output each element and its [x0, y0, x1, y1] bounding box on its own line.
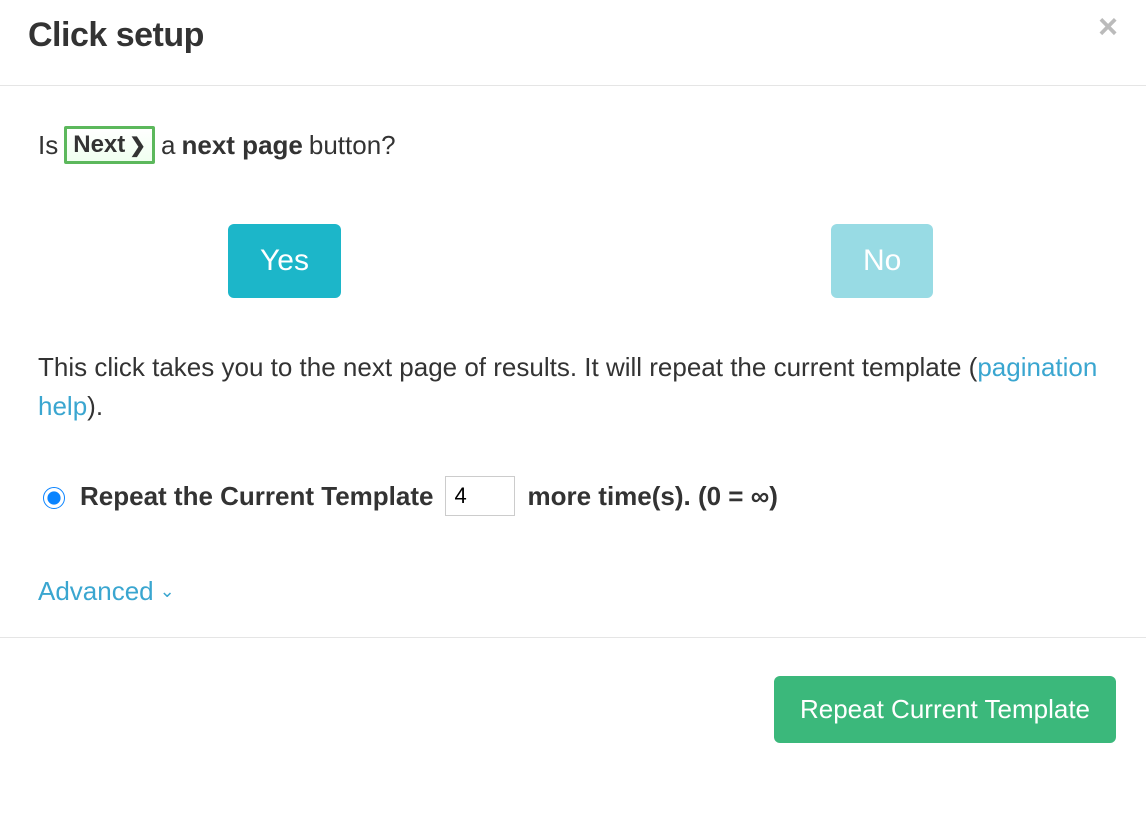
question-prefix: Is [38, 130, 58, 161]
question-mid: a [161, 130, 175, 161]
modal-body: Is Next ❯ a next page button? Yes No Thi… [0, 86, 1146, 637]
question-suffix: button? [309, 130, 396, 161]
close-icon[interactable]: × [1098, 10, 1118, 44]
yes-button[interactable]: Yes [228, 224, 341, 298]
description-part2: ). [87, 391, 103, 421]
description-text: This click takes you to the next page of… [38, 348, 1108, 426]
repeat-template-radio[interactable] [43, 487, 65, 509]
next-chip-label: Next [73, 131, 125, 159]
no-button[interactable]: No [831, 224, 933, 298]
click-setup-modal: Click setup × Is Next ❯ a next page butt… [0, 0, 1146, 781]
modal-title: Click setup [28, 16, 204, 55]
advanced-label: Advanced [38, 576, 154, 607]
repeat-label-after: more time(s). (0 = ∞) [527, 481, 777, 512]
description-part1: This click takes you to the next page of… [38, 352, 977, 382]
question-line: Is Next ❯ a next page button? [38, 126, 1108, 164]
repeat-template-line: Repeat the Current Template more time(s)… [38, 476, 1108, 516]
modal-footer: Repeat Current Template [0, 637, 1146, 781]
question-bold: next page [182, 130, 303, 161]
repeat-count-input[interactable] [445, 476, 515, 516]
advanced-toggle[interactable]: Advanced ⌄ [38, 576, 175, 607]
chevron-down-icon: ⌄ [160, 581, 175, 602]
next-page-chip: Next ❯ [64, 126, 155, 164]
yes-no-row: Yes No [228, 224, 1108, 298]
modal-header: Click setup × [0, 0, 1146, 86]
repeat-label-before: Repeat the Current Template [80, 481, 433, 512]
repeat-current-template-button[interactable]: Repeat Current Template [774, 676, 1116, 743]
chevron-right-icon: ❯ [129, 133, 146, 158]
